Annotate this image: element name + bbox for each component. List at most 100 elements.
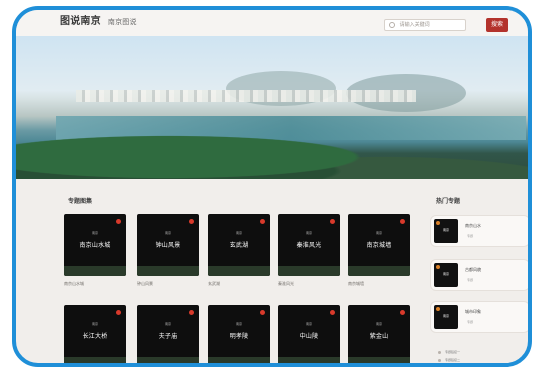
thumb-caption-small: 南京 bbox=[164, 231, 171, 235]
thumb-caption-small: 南京 bbox=[91, 231, 98, 235]
topic-card[interactable]: 南京 玄武湖 玄武湖 bbox=[208, 214, 270, 287]
thumb-footer-strip bbox=[348, 266, 410, 276]
topic-thumbnail[interactable]: 南京 秦淮风光 bbox=[278, 214, 340, 276]
thumb-caption-small: 南京 bbox=[164, 322, 171, 326]
top-bar: 图说南京 南京图说 请输入关键词 搜索 bbox=[16, 10, 528, 37]
topic-thumbnail[interactable]: 南京 钟山风景 bbox=[137, 214, 199, 276]
status-dot-icon bbox=[436, 307, 440, 311]
bullet-icon bbox=[438, 358, 441, 362]
thumb-caption-title: 秦淮风光 bbox=[296, 242, 322, 249]
sidebar-card-title: 城市印象 bbox=[465, 309, 481, 314]
thumb-caption-small: 南京 bbox=[91, 322, 98, 326]
topic-card-label[interactable]: 玄武湖 bbox=[208, 281, 270, 287]
topic-card[interactable]: 南京 秦淮风光 秦淮风光 bbox=[278, 214, 340, 287]
sidebar-topic-card[interactable]: 南京 城市印象专题 bbox=[430, 301, 528, 333]
sidebar-thumb-text: 南京 bbox=[442, 228, 449, 232]
thumb-caption-title: 中山陵 bbox=[299, 333, 319, 340]
thumb-caption-small: 南京 bbox=[235, 231, 242, 235]
topic-thumbnail[interactable]: 南京 紫金山 bbox=[348, 305, 410, 363]
brand-title: 图说南京 bbox=[60, 16, 101, 27]
thumb-caption-small: 南京 bbox=[305, 231, 312, 235]
topic-card[interactable]: 南京紫金山紫金山 bbox=[348, 305, 410, 363]
topic-thumbnail[interactable]: 南京 明孝陵 bbox=[208, 305, 270, 363]
sidebar-card-subtitle: 专题 bbox=[467, 278, 474, 282]
sidebar-link[interactable]: 专题链接二 bbox=[438, 358, 528, 362]
topic-thumbnail[interactable]: 南京 长江大桥 bbox=[64, 305, 126, 363]
sidebar-link-text: 专题链接一 bbox=[445, 350, 461, 354]
status-dot-icon bbox=[189, 219, 194, 224]
topic-card-label[interactable]: 南京山水城 bbox=[64, 281, 126, 287]
status-dot-icon bbox=[260, 219, 265, 224]
thumb-footer-strip bbox=[278, 357, 340, 363]
sidebar-thumbnail[interactable]: 南京 bbox=[434, 219, 458, 243]
sidebar-link[interactable]: 专题链接三 bbox=[438, 366, 528, 367]
status-dot-icon bbox=[116, 310, 121, 315]
thumb-caption-title: 紫金山 bbox=[369, 333, 389, 340]
topic-card[interactable]: 南京 钟山风景 钟山风景 bbox=[137, 214, 199, 287]
thumb-caption-small: 南京 bbox=[235, 322, 242, 326]
status-dot-icon bbox=[116, 219, 121, 224]
topic-card[interactable]: 南京 南京山水城 南京山水城 bbox=[64, 214, 126, 287]
thumb-caption-title: 长江大桥 bbox=[82, 333, 108, 340]
sidebar-thumb-text: 南京 bbox=[442, 272, 449, 276]
topic-thumbnail[interactable]: 南京 南京山水城 bbox=[64, 214, 126, 276]
thumb-caption-small: 南京 bbox=[305, 322, 312, 326]
topic-card[interactable]: 南京 南京城墙 南京城墙 bbox=[348, 214, 410, 287]
search-input[interactable]: 请输入关键词 bbox=[384, 19, 466, 31]
sidebar-link-text: 专题链接三 bbox=[445, 366, 460, 367]
thumb-footer-strip bbox=[64, 357, 126, 363]
topic-thumbnail[interactable]: 南京 玄武湖 bbox=[208, 214, 270, 276]
bullet-icon bbox=[438, 367, 441, 368]
status-dot-icon bbox=[330, 219, 335, 224]
topic-card[interactable]: 南京中山陵中山陵 bbox=[278, 305, 340, 363]
topic-card-label[interactable]: 秦淮风光 bbox=[278, 281, 340, 287]
topic-thumbnail[interactable]: 南京 中山陵 bbox=[278, 305, 340, 363]
thumb-footer-strip bbox=[137, 266, 199, 276]
search-button[interactable]: 搜索 bbox=[486, 18, 508, 32]
topic-card[interactable]: 南京夫子庙夫子庙 bbox=[137, 305, 199, 363]
thumb-caption-title: 夫子庙 bbox=[158, 333, 178, 340]
thumb-footer-strip bbox=[137, 357, 199, 363]
sidebar-thumb-text: 南京 bbox=[442, 314, 449, 318]
topic-card[interactable]: 南京长江大桥长江大桥 bbox=[64, 305, 126, 363]
sidebar-link-list: 专题链接一专题链接二专题链接三 bbox=[438, 350, 528, 367]
search-placeholder: 请输入关键词 bbox=[399, 22, 430, 28]
topic-card-label[interactable]: 钟山风景 bbox=[137, 281, 199, 287]
sidebar-topic-card[interactable]: 南京 南京山水专题 bbox=[430, 215, 528, 247]
sidebar-thumbnail[interactable]: 南京 bbox=[434, 305, 458, 329]
hero-banner-image bbox=[16, 36, 528, 179]
grid-section-title: 专题图集 bbox=[68, 198, 93, 205]
sidebar-card-title: 南京山水 bbox=[465, 223, 481, 228]
sidebar-thumbnail[interactable]: 南京 bbox=[434, 263, 458, 287]
status-dot-icon bbox=[400, 219, 405, 224]
sidebar-card-subtitle: 专题 bbox=[467, 234, 474, 238]
topic-thumbnail[interactable]: 南京 南京城墙 bbox=[348, 214, 410, 276]
hero-foreground-trees bbox=[16, 129, 528, 179]
topic-thumbnail[interactable]: 南京 夫子庙 bbox=[137, 305, 199, 363]
thumb-caption-small: 南京 bbox=[375, 231, 382, 235]
thumb-footer-strip bbox=[208, 357, 270, 363]
thumb-caption-title: 南京山水城 bbox=[79, 242, 111, 249]
topic-card[interactable]: 南京明孝陵明孝陵 bbox=[208, 305, 270, 363]
brand-subtitle: 南京图说 bbox=[107, 18, 137, 26]
sidebar-card-subtitle: 专题 bbox=[467, 320, 474, 324]
sidebar-link-text: 专题链接二 bbox=[445, 358, 461, 362]
bullet-icon bbox=[438, 350, 441, 354]
search-icon bbox=[389, 21, 395, 28]
sidebar-topic-card[interactable]: 南京 古都风貌 专题 bbox=[430, 259, 528, 291]
site-brand[interactable]: 图说南京 南京图说 bbox=[60, 16, 137, 28]
topic-card-label[interactable]: 南京城墙 bbox=[348, 281, 410, 287]
status-dot-icon bbox=[436, 221, 440, 225]
main-content: 专题图集 热门专题 南京 南京山水城 南京山水城 南京 钟山风景 钟山风景 南京 玄武湖 玄武湖… bbox=[16, 179, 528, 363]
thumb-footer-strip bbox=[348, 357, 410, 363]
app-frame: 图说南京 南京图说 请输入关键词 搜索 专题图集 热门专题 南京 南京山水城 南京山… bbox=[12, 6, 532, 367]
status-dot-icon bbox=[260, 310, 265, 315]
thumb-caption-small: 南京 bbox=[375, 322, 382, 326]
status-dot-icon bbox=[189, 310, 194, 315]
thumb-caption-title: 钟山风景 bbox=[155, 242, 181, 249]
thumb-caption-title: 玄武湖 bbox=[229, 242, 249, 249]
status-dot-icon bbox=[436, 265, 440, 269]
thumb-caption-title: 南京城墙 bbox=[366, 242, 392, 249]
sidebar-link[interactable]: 专题链接一 bbox=[438, 350, 528, 354]
hero-city-skyline bbox=[76, 90, 416, 102]
